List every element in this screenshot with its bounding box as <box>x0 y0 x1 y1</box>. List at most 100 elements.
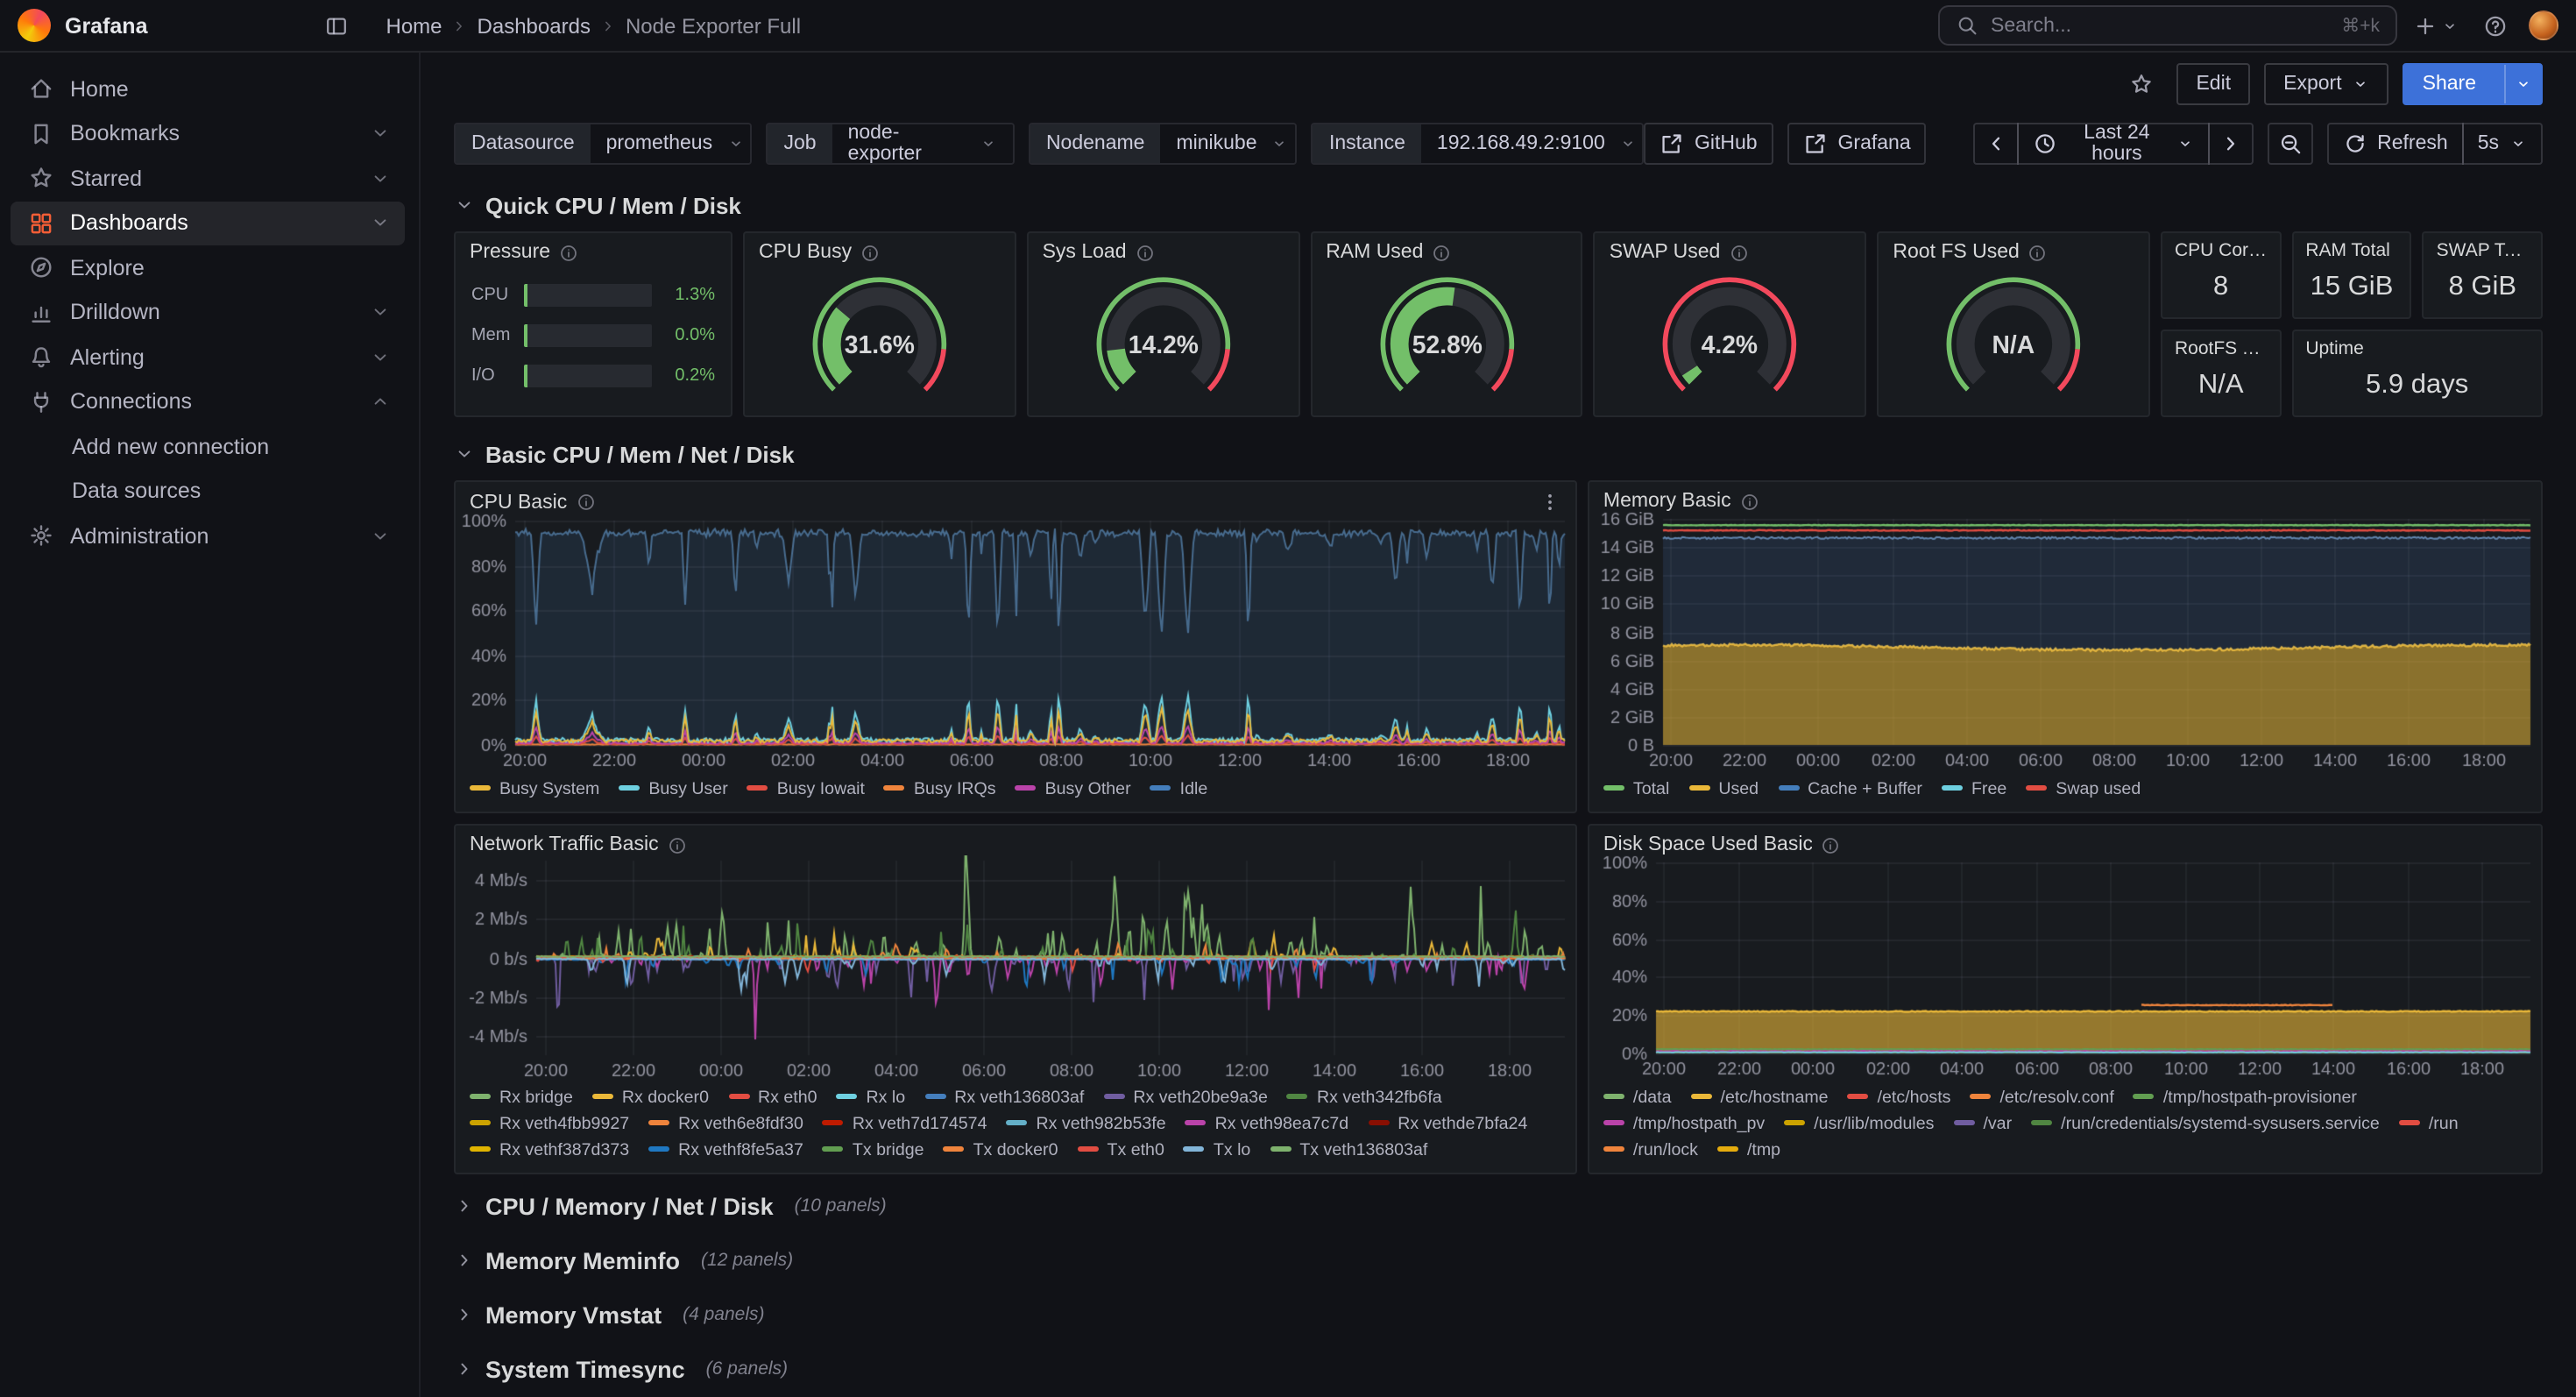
section-basic-header[interactable]: Basic CPU / Mem / Net / Disk <box>454 435 2543 473</box>
time-back-button[interactable] <box>1974 123 2020 165</box>
legend-item[interactable]: Used <box>1688 778 1759 803</box>
sidebar-item-administration[interactable]: Administration <box>11 514 405 558</box>
chevron-down-icon[interactable] <box>370 302 391 323</box>
panel-title[interactable]: CPU Cores <box>2175 240 2267 261</box>
legend-item[interactable]: /data <box>1603 1087 1672 1111</box>
legend-item[interactable]: /etc/hosts <box>1848 1087 1951 1111</box>
time-forward-button[interactable] <box>2207 123 2253 165</box>
legend-item[interactable]: Cache + Buffer <box>1778 778 1922 803</box>
sidebar-item-starred[interactable]: Starred <box>11 156 405 201</box>
user-avatar[interactable] <box>2529 11 2558 40</box>
share-button[interactable]: Share <box>2403 63 2543 105</box>
chevron-down-icon[interactable] <box>370 526 391 547</box>
legend-item[interactable]: /tmp <box>1717 1139 1780 1164</box>
info-icon[interactable] <box>1822 835 1841 855</box>
legend-item[interactable]: Rx veth4fbb9927 <box>470 1113 629 1138</box>
legend-item[interactable]: /etc/hostname <box>1691 1087 1829 1111</box>
gauge-viz[interactable]: N/A <box>1898 268 2129 410</box>
sidebar-item-drilldown[interactable]: Drilldown <box>11 290 405 335</box>
variable-value-dropdown[interactable]: minikube <box>1160 124 1297 163</box>
chart-canvas[interactable] <box>456 514 1575 775</box>
sidebar-item-data-sources[interactable]: Data sources <box>11 469 405 514</box>
chart-canvas[interactable] <box>456 855 1575 1083</box>
info-icon[interactable] <box>2028 243 2048 262</box>
gauge-viz[interactable]: 31.6% <box>764 268 995 410</box>
info-icon[interactable] <box>668 835 687 855</box>
legend-item[interactable]: /usr/lib/modules <box>1784 1113 1934 1138</box>
gauge-viz[interactable]: 52.8% <box>1331 268 1562 410</box>
section-cpu-memory-net-disk-header[interactable]: CPU / Memory / Net / Disk (10 panels) <box>454 1183 2543 1229</box>
legend-item[interactable]: /tmp/hostpath_pv <box>1603 1113 1765 1138</box>
legend-item[interactable]: Rx veth7d174574 <box>823 1113 987 1138</box>
panel-title[interactable]: RootFS Total <box>2175 338 2267 359</box>
legend-item[interactable]: Busy IRQs <box>884 778 996 803</box>
panel-title[interactable]: Pressure <box>470 242 550 263</box>
section-memory-meminfo-header[interactable]: Memory Meminfo (12 panels) <box>454 1237 2543 1283</box>
panel-title[interactable]: CPU Busy <box>759 242 852 263</box>
legend-item[interactable]: Rx vethde7bfa24 <box>1368 1113 1527 1138</box>
info-icon[interactable] <box>576 493 595 512</box>
panel-title[interactable]: RAM Used <box>1326 242 1423 263</box>
info-icon[interactable] <box>1136 243 1155 262</box>
search-box[interactable]: ⌘+k <box>1938 5 2397 46</box>
panel-title[interactable]: RAM Total <box>2305 240 2390 261</box>
panel-title[interactable]: Network Traffic Basic <box>470 834 659 855</box>
legend-item[interactable]: /tmp/hostpath-provisioner <box>2134 1087 2357 1111</box>
panel-title[interactable]: Sys Load <box>1043 242 1127 263</box>
chevron-down-icon[interactable] <box>370 168 391 189</box>
section-system-timesync-header[interactable]: System Timesync (6 panels) <box>454 1346 2543 1392</box>
chevron-down-icon[interactable] <box>370 124 391 145</box>
legend-item[interactable]: Rx vethf8fe5a37 <box>648 1139 803 1164</box>
add-new-button[interactable] <box>2410 4 2462 46</box>
gauge-viz[interactable]: 14.2% <box>1048 268 1279 410</box>
legend-item[interactable]: Rx veth20be9a3e <box>1103 1087 1268 1111</box>
chart-canvas[interactable] <box>1589 512 2541 775</box>
panel-title[interactable]: Memory Basic <box>1603 491 1731 512</box>
legend-item[interactable]: Rx veth6e8fdf30 <box>648 1113 803 1138</box>
legend-item[interactable]: /run <box>2399 1113 2459 1138</box>
sidebar-item-explore[interactable]: Explore <box>11 245 405 290</box>
sidebar-item-bookmarks[interactable]: Bookmarks <box>11 111 405 156</box>
legend-item[interactable]: /var <box>1953 1113 2012 1138</box>
sidebar-item-add-new-connection[interactable]: Add new connection <box>11 424 405 469</box>
panel-title[interactable]: Uptime <box>2305 338 2364 359</box>
info-icon[interactable] <box>559 243 578 262</box>
grafana-link-button[interactable]: Grafana <box>1787 123 1927 165</box>
gauge-viz[interactable]: 4.2% <box>1615 268 1846 410</box>
variable-value-dropdown[interactable]: prometheus <box>591 124 753 163</box>
legend-item[interactable]: /run/credentials/systemd-sysusers.servic… <box>2031 1113 2380 1138</box>
breadcrumb-dashboards[interactable]: Dashboards <box>478 13 591 38</box>
legend-item[interactable]: /run/lock <box>1603 1139 1698 1164</box>
legend-item[interactable]: Total <box>1603 778 1669 803</box>
refresh-button[interactable]: Refresh <box>2326 123 2464 165</box>
panel-title[interactable]: SWAP Total <box>2437 240 2529 261</box>
section-quick-header[interactable]: Quick CPU / Mem / Disk <box>454 186 2543 224</box>
sidebar-item-dashboards[interactable]: Dashboards <box>11 201 405 245</box>
legend-item[interactable]: Tx lo <box>1184 1139 1250 1164</box>
sidebar-item-alerting[interactable]: Alerting <box>11 335 405 379</box>
legend-item[interactable]: Tx docker0 <box>944 1139 1058 1164</box>
legend-item[interactable]: Rx docker0 <box>592 1087 709 1111</box>
panel-title[interactable]: SWAP Used <box>1610 242 1721 263</box>
refresh-interval-button[interactable]: 5s <box>2462 123 2543 165</box>
breadcrumb-home[interactable]: Home <box>386 13 442 38</box>
legend-item[interactable]: Free <box>1942 778 2006 803</box>
legend-item[interactable]: Busy System <box>470 778 599 803</box>
chevron-up-icon[interactable] <box>370 392 391 413</box>
legend-item[interactable]: Busy Other <box>1016 778 1131 803</box>
legend-item[interactable]: Rx veth982b53fe <box>1007 1113 1166 1138</box>
github-link-button[interactable]: GitHub <box>1644 123 1773 165</box>
star-dashboard-button[interactable] <box>2120 63 2162 105</box>
info-icon[interactable] <box>860 243 880 262</box>
sidebar-item-home[interactable]: Home <box>11 67 405 111</box>
legend-item[interactable]: Rx vethf387d373 <box>470 1139 629 1164</box>
legend-item[interactable]: Idle <box>1150 778 1208 803</box>
legend-item[interactable]: Busy Iowait <box>747 778 865 803</box>
edit-button[interactable]: Edit <box>2176 63 2250 105</box>
info-icon[interactable] <box>1729 243 1748 262</box>
legend-item[interactable]: Busy User <box>619 778 727 803</box>
legend-item[interactable]: Rx lo <box>837 1087 906 1111</box>
export-button[interactable]: Export <box>2264 63 2389 105</box>
legend-item[interactable]: Rx veth98ea7c7d <box>1185 1113 1349 1138</box>
panel-title[interactable]: CPU Basic <box>470 492 567 513</box>
